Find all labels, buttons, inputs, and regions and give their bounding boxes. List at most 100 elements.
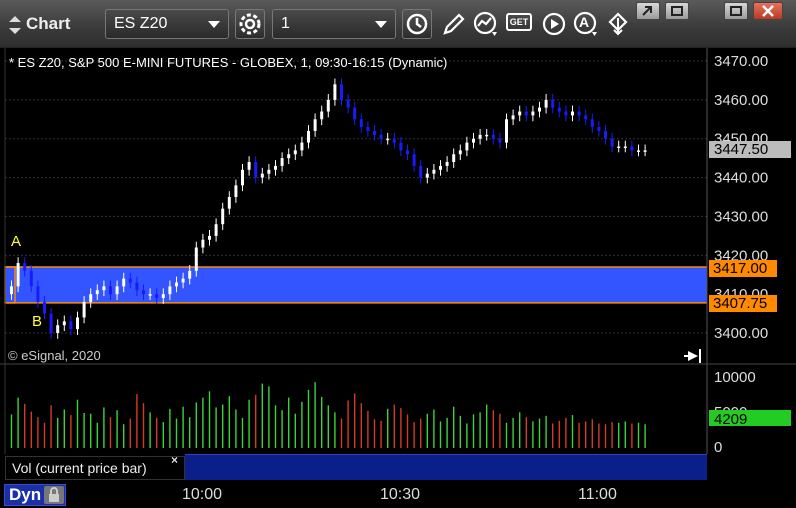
close-icon — [762, 5, 774, 17]
candle-body — [201, 239, 205, 248]
candle-body — [82, 301, 86, 318]
candle-body — [623, 146, 627, 148]
candle-body — [557, 107, 561, 112]
candle-body — [439, 165, 442, 170]
candle-body — [49, 313, 53, 333]
candle-body — [577, 111, 581, 116]
candle-body — [300, 142, 304, 151]
candle-body — [43, 301, 46, 314]
candle-body — [29, 270, 33, 287]
candle-body — [307, 130, 310, 143]
volume-study-label[interactable]: Vol (current price bar) — [5, 456, 185, 480]
restore-button[interactable] — [636, 2, 660, 20]
interval-value: 1 — [281, 15, 290, 32]
chart-style-icon[interactable] — [472, 10, 500, 38]
candle-body — [452, 154, 456, 163]
candle-body — [472, 138, 475, 143]
candle-body — [340, 84, 343, 100]
candle-body — [524, 111, 528, 116]
price-tick-label: 3430.00 — [714, 208, 768, 225]
candle-body — [419, 165, 423, 178]
candle-body — [221, 208, 225, 225]
candle-body — [188, 270, 192, 279]
chevron-down-icon[interactable] — [375, 21, 387, 28]
app-title-text: Chart — [26, 14, 71, 33]
candle-body — [498, 138, 502, 143]
zone-high-label: 3417.00 — [713, 260, 767, 277]
candle-body — [76, 317, 79, 330]
chart-area[interactable]: 3470.00 3460.00 3450.00 3440.00 3430.00 3420.… — [0, 48, 796, 508]
candle-body — [478, 134, 482, 139]
candle-body — [584, 115, 588, 120]
candle-body — [399, 142, 403, 151]
candle-body — [280, 158, 284, 166]
interval-clock-button[interactable] — [402, 9, 432, 39]
pencil-icon[interactable] — [440, 10, 468, 38]
minimize-window-button[interactable] — [724, 2, 748, 20]
candle-body — [247, 162, 251, 170]
candle-body — [359, 119, 363, 128]
price-tick-label: 3400.00 — [714, 325, 768, 342]
candle-body — [109, 286, 112, 295]
candle-body — [637, 150, 640, 152]
candle-body — [485, 134, 489, 137]
candle-body — [386, 138, 390, 141]
candle-body — [313, 119, 317, 131]
close-window-button[interactable] — [753, 2, 783, 20]
chevron-down-icon[interactable] — [208, 21, 220, 28]
candle-body — [551, 99, 555, 108]
current-volume-label: 4209 — [714, 411, 747, 428]
candle-body — [505, 119, 508, 143]
candle-body — [287, 154, 291, 159]
candle-body — [630, 146, 634, 151]
settings-button[interactable] — [235, 9, 265, 39]
candle-body — [392, 138, 396, 143]
candle-body — [518, 111, 522, 116]
time-label-1100: 11:00 — [578, 486, 617, 503]
restore-icon — [642, 6, 652, 16]
lock-icon[interactable] — [44, 486, 64, 504]
marker-b: B — [32, 313, 42, 330]
auto-icon[interactable]: A — [572, 10, 600, 38]
volume-panel-bar — [185, 454, 707, 480]
candle-body — [617, 146, 621, 148]
candle-body — [234, 185, 238, 197]
candle-body — [379, 134, 383, 139]
zone-low-label: 3407.75 — [713, 295, 767, 312]
candle-body — [491, 134, 495, 139]
candle-body — [643, 150, 647, 152]
candle-body — [538, 107, 541, 112]
get-icon[interactable]: GET — [506, 13, 532, 31]
play-icon[interactable] — [540, 10, 568, 38]
candle-body — [260, 173, 264, 178]
maximize-button[interactable] — [665, 2, 689, 20]
candle-body — [432, 169, 436, 174]
symbol-input[interactable]: ES Z20 — [105, 9, 229, 39]
candle-body — [597, 127, 601, 131]
pan-icon[interactable] — [604, 10, 632, 38]
candle-body — [241, 169, 244, 186]
candle-body — [155, 294, 159, 299]
candle-body — [128, 278, 132, 283]
candle-body — [531, 111, 535, 116]
copyright-text: © eSignal, 2020 — [8, 348, 101, 363]
chart-svg[interactable]: 3470.003460.003450.003440.003430.003420.… — [0, 48, 796, 508]
candle-body — [590, 119, 594, 128]
candle-body — [320, 111, 324, 120]
candle-body — [181, 278, 185, 283]
interval-input[interactable]: 1 — [272, 9, 396, 39]
auto-label: A — [579, 14, 590, 30]
candle-body — [102, 286, 106, 291]
candle-body — [10, 286, 13, 295]
price-tick-label: 3460.00 — [714, 92, 768, 109]
candle-body — [333, 84, 337, 100]
candle-body — [412, 154, 416, 166]
symbol-value: ES Z20 — [114, 15, 168, 32]
candle-body — [135, 282, 139, 291]
expand-arrows-icon[interactable] — [8, 16, 22, 34]
time-label-1000: 10:00 — [182, 486, 223, 503]
candle-body — [194, 247, 198, 271]
volume-close-button[interactable]: × — [171, 453, 178, 467]
scroll-to-end-icon[interactable] — [684, 349, 701, 363]
candle-body — [214, 224, 218, 236]
